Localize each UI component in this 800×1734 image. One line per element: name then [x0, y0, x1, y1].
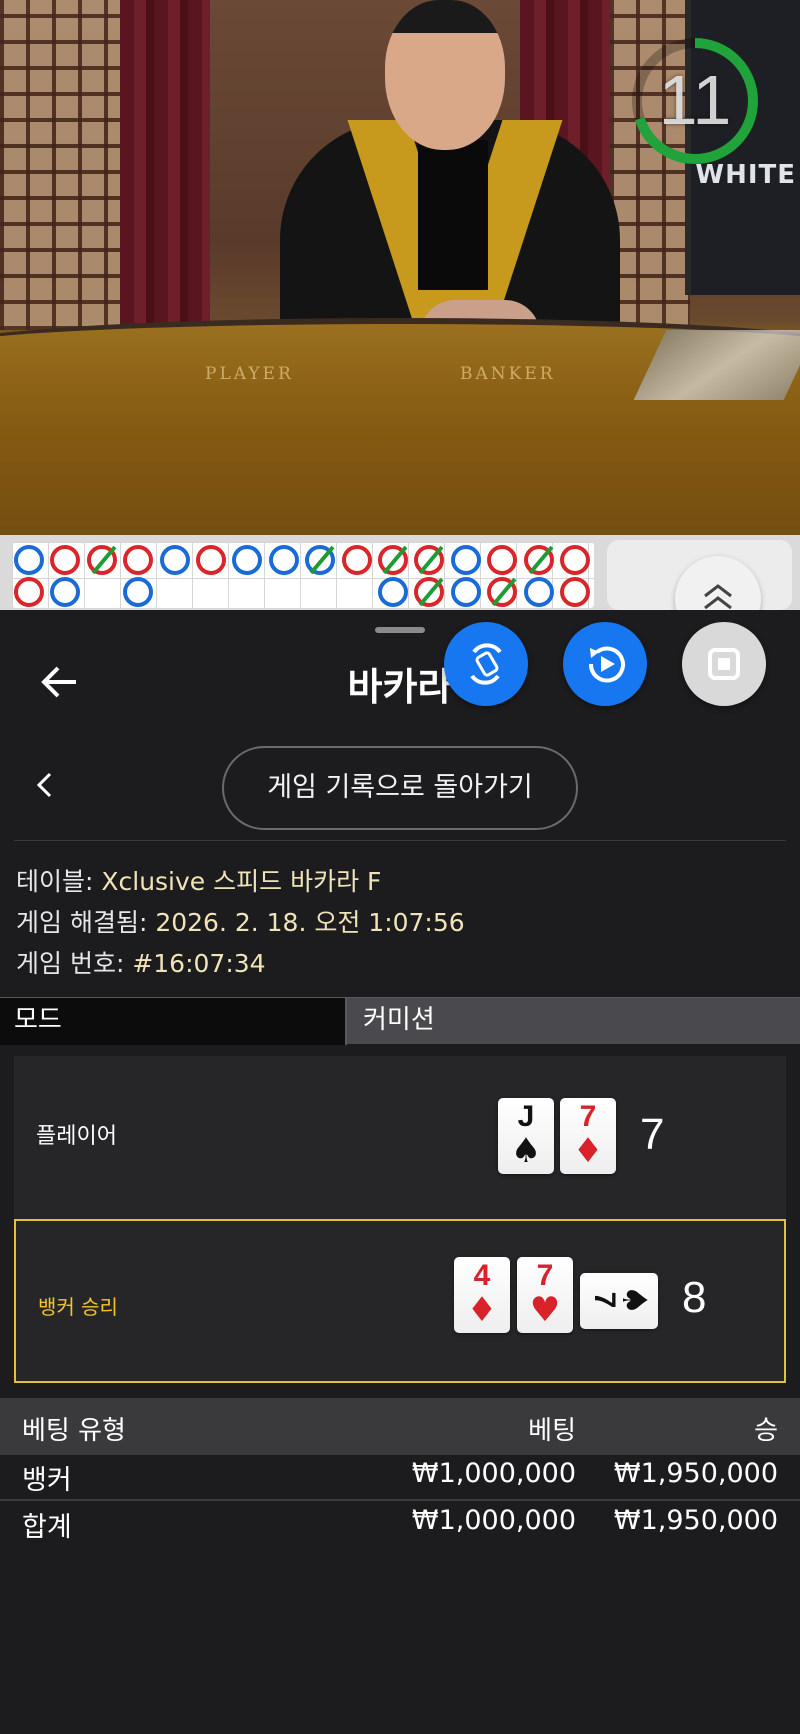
- banker-card-1: 4 ♦: [454, 1257, 510, 1333]
- player-hand-row: 플레이어 J ♠ 7 ♦ 7: [14, 1056, 786, 1220]
- panel-title: 바카라: [347, 665, 453, 709]
- game-history-panel: 바카라 게임 기록으로 돌아가기 테이블: Xclusive 스피드 바카라 F…: [0, 610, 800, 1734]
- stop-button[interactable]: [682, 622, 766, 706]
- banker-bead: [196, 545, 226, 575]
- replay-button[interactable]: [563, 622, 647, 706]
- back-to-history-button[interactable]: 게임 기록으로 돌아가기: [222, 746, 578, 830]
- banker-bead: [487, 577, 518, 607]
- player-bead: [50, 577, 81, 607]
- game-number-value: #16:07:34: [132, 949, 266, 978]
- player-bead: [450, 577, 481, 607]
- player-bead: [523, 577, 554, 607]
- resolved-info-label: 게임 해결됨:: [16, 908, 156, 937]
- banker-hand-row: 뱅커 승리 4 ♦ 7 ♥ 7 ♠ 8: [14, 1219, 786, 1383]
- banker-bead: [487, 545, 518, 575]
- player-bead: [450, 545, 481, 575]
- banker-bead: [414, 577, 445, 607]
- card-rank: 7: [536, 1259, 554, 1292]
- banker-bead: [378, 545, 408, 575]
- rotate-icon: [470, 643, 502, 685]
- live-video: PLAYER BANKER WHITE 11: [0, 0, 800, 535]
- bet-row: 뱅커 ₩1,000,000 ₩1,950,000: [0, 1458, 800, 1503]
- game-number-info: 게임 번호: #16:07:34: [16, 944, 266, 980]
- player-bead: [123, 577, 154, 607]
- table-info-label: 테이블:: [16, 867, 102, 896]
- banker-bead: [50, 545, 81, 575]
- bet-type-header: 베팅 유형: [22, 1416, 126, 1446]
- banker-bead: [414, 545, 445, 575]
- player-bead: [14, 545, 44, 575]
- stop-icon: [708, 648, 740, 680]
- bet-amount-header: 베팅: [528, 1416, 576, 1446]
- rotate-button[interactable]: [444, 622, 528, 706]
- commission-label: 커미션: [363, 1005, 435, 1035]
- bet-row-bet: ₩1,000,000: [411, 1458, 576, 1489]
- banker-bead: [560, 577, 590, 607]
- lattice-wall-left: [0, 0, 120, 330]
- bead-road[interactable]: [12, 542, 594, 608]
- card-suit: ♥: [529, 1290, 561, 1330]
- table-info: 테이블: Xclusive 스피드 바카라 F: [16, 862, 381, 898]
- banker-card-3: 7 ♠: [580, 1273, 658, 1329]
- table-info-value: Xclusive 스피드 바카라 F: [101, 867, 382, 896]
- win-amount-header: 승: [754, 1416, 778, 1446]
- game-number-label: 게임 번호:: [16, 949, 133, 978]
- banker-bead: [560, 545, 590, 575]
- card-suit: ♦: [572, 1131, 604, 1171]
- banker-score: 8: [682, 1273, 707, 1322]
- replay-icon: [588, 646, 625, 683]
- mode-bar: 모드 커미션: [0, 997, 800, 1045]
- bet-table-header: 베팅 유형 베팅 승: [0, 1398, 800, 1455]
- bet-total-row: 합계 ₩1,000,000 ₩1,950,000: [0, 1499, 800, 1544]
- tie-slash-icon: [418, 577, 444, 607]
- bet-row-type: 뱅커: [22, 1465, 72, 1496]
- bet-row-win: ₩1,950,000: [613, 1458, 778, 1489]
- card-rank: 4: [473, 1259, 491, 1292]
- countdown-timer: 11: [658, 61, 732, 139]
- divider: [14, 840, 786, 841]
- tie-slash-icon: [382, 545, 408, 575]
- banker-card-2: 7 ♥: [517, 1257, 573, 1333]
- tie-slash-icon: [528, 545, 554, 575]
- player-bead: [305, 545, 336, 575]
- card-suit: ♦: [466, 1290, 498, 1330]
- card-rank: 7: [579, 1100, 597, 1133]
- tie-slash-icon: [91, 545, 117, 575]
- banker-bead: [523, 545, 554, 575]
- player-bead: [378, 577, 408, 607]
- bet-total-win: ₩1,950,000: [613, 1505, 778, 1536]
- table-banker-text: BANKER: [460, 364, 556, 384]
- card-suit: ♠: [510, 1131, 542, 1171]
- player-bead: [159, 545, 190, 575]
- player-bead: [268, 545, 299, 575]
- player-score: 7: [640, 1110, 665, 1159]
- tie-slash-icon: [418, 545, 444, 575]
- table-player-text: PLAYER: [205, 364, 294, 384]
- tie-slash-icon: [491, 577, 517, 607]
- mode-label: 모드: [0, 998, 347, 1045]
- banker-bead: [341, 545, 372, 575]
- card-rank: J: [517, 1100, 535, 1133]
- player-card-2: 7 ♦: [560, 1098, 616, 1174]
- player-bead: [232, 545, 263, 575]
- banker-win-label: 뱅커 승리: [38, 1295, 118, 1319]
- banker-bead: [14, 577, 44, 607]
- bet-total-label: 합계: [22, 1512, 72, 1543]
- chevron-left-icon[interactable]: [30, 770, 60, 800]
- player-card-1: J ♠: [498, 1098, 554, 1174]
- banker-bead: [123, 545, 154, 575]
- drag-handle[interactable]: [375, 627, 425, 633]
- player-hand-label: 플레이어: [36, 1124, 117, 1149]
- bet-total-bet: ₩1,000,000: [411, 1505, 576, 1536]
- resolved-info: 게임 해결됨: 2026. 2. 18. 오전 1:07:56: [16, 903, 465, 939]
- card-suit: ♠: [614, 1284, 654, 1316]
- tie-slash-icon: [309, 545, 335, 575]
- resolved-info-value: 2026. 2. 18. 오전 1:07:56: [155, 908, 465, 937]
- banker-bead: [86, 545, 117, 575]
- curtain-left: [120, 0, 210, 330]
